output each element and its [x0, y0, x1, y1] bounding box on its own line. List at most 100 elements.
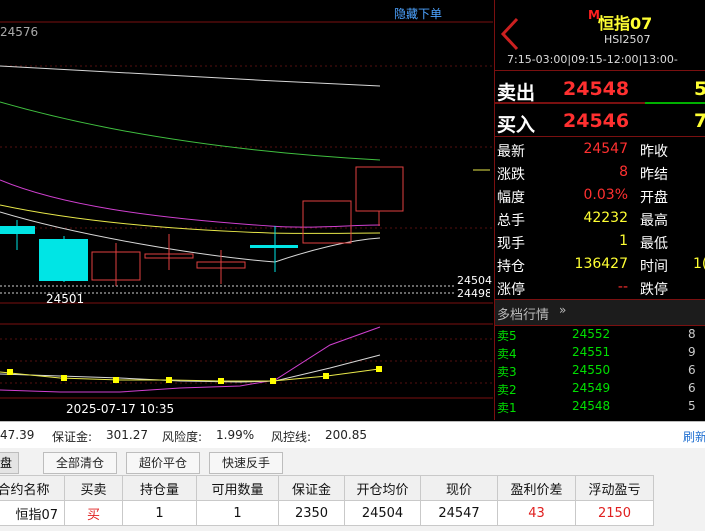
stat-row: 幅度 0.03% 开盘 [495, 186, 705, 209]
back-arrow-icon[interactable] [499, 17, 521, 51]
stat-row: 总手 42232 最高 [495, 209, 705, 232]
indicator-point [218, 378, 224, 384]
col-header[interactable]: 现价 [420, 475, 498, 501]
depth-row: 卖4 24551 9 [495, 344, 705, 362]
ask-price[interactable]: 24548 [563, 78, 629, 100]
risk-value: 1.99% [216, 428, 255, 442]
quote-panel: M 恒指07 HSI2507 7:15-03:00|09:15-12:00|13… [494, 0, 705, 420]
double-chevron-down-icon[interactable]: » [559, 303, 566, 317]
stat-value-2: 1( [693, 256, 705, 272]
depth-price[interactable]: 24552 [572, 327, 610, 341]
stat-label: 现手 [497, 236, 525, 252]
bid-label: 买入 [497, 114, 536, 136]
risk-label: 风险度: [162, 430, 203, 444]
stat-label: 最新 [497, 144, 525, 160]
stat-label-2: 时间 [640, 259, 668, 275]
stat-label-2: 昨结 [640, 167, 668, 183]
col-header[interactable]: 保证金 [278, 475, 345, 501]
stat-value: 8 [619, 164, 628, 180]
depth-price[interactable]: 24549 [572, 381, 610, 395]
stat-row: 涨跌 8 昨结 [495, 163, 705, 186]
depth-volume: 8 [688, 327, 696, 341]
indicator-line-yellow [0, 368, 380, 382]
col-header[interactable]: 开仓均价 [344, 475, 421, 501]
indicator-point [61, 375, 67, 381]
depth-row: 卖5 24552 8 [495, 326, 705, 344]
positions-table: 合约名称 买卖 持仓量 可用数量 保证金 开仓均价 现价 盈利价差 浮动盈亏 恒… [0, 475, 654, 526]
bid-price[interactable]: 24546 [563, 110, 629, 132]
depth-label: 卖4 [497, 347, 517, 361]
positions-panel: 仓盘 全部清仓 超价平仓 快速反手 合约名称 买卖 持仓量 可用数量 保证金 开… [0, 448, 705, 531]
depth-price[interactable]: 24550 [572, 363, 610, 377]
stat-label: 涨停 [497, 282, 525, 298]
account-summary-bar: 47.39 保证金: 301.27 风险度: 1.99% 风控线: 200.85… [0, 421, 705, 449]
margin-value: 301.27 [106, 428, 148, 442]
refresh-link[interactable]: 刷新 [683, 428, 705, 445]
depth-price[interactable]: 24548 [572, 399, 610, 413]
ma-line-magenta [0, 179, 381, 228]
stat-value: 24547 [583, 141, 628, 157]
candle-bull [355, 166, 404, 212]
col-header[interactable]: 买卖 [64, 475, 123, 501]
depth-volume: 6 [688, 381, 696, 395]
stat-label-2: 最低 [640, 236, 668, 252]
depth-label: 卖1 [497, 401, 517, 415]
stat-label-2: 昨收 [640, 144, 668, 160]
bid-volume: 7 [694, 110, 705, 132]
margin-label: 保证金: [52, 430, 93, 444]
depth-row: 卖2 24549 6 [495, 380, 705, 398]
stat-label: 幅度 [497, 190, 525, 206]
indicator-point [270, 378, 276, 384]
tab-positions[interactable]: 仓盘 [0, 452, 19, 474]
cell-price-diff: 43 [497, 500, 576, 526]
candle-bear [39, 239, 88, 281]
candle-bear [0, 226, 35, 234]
indicator-point [7, 369, 13, 375]
depth-header[interactable]: 多档行情 » [495, 299, 705, 326]
stat-label-2: 开盘 [640, 190, 668, 206]
col-header[interactable]: 盈利价差 [497, 475, 576, 501]
col-header[interactable]: 合约名称 [0, 475, 65, 501]
cell-contract[interactable]: 恒指07 [0, 500, 65, 526]
col-header[interactable]: 浮动盈亏 [575, 475, 654, 501]
col-header[interactable]: 可用数量 [196, 475, 279, 501]
stat-row: 最新 24547 昨收 [495, 140, 705, 163]
indicator-point [323, 373, 329, 379]
cell-available: 1 [196, 500, 279, 526]
depth-label: 卖5 [497, 329, 517, 343]
balance-value: 47.39 [0, 428, 35, 442]
cell-open-avg: 24504 [344, 500, 421, 526]
stat-value: 42232 [583, 210, 628, 226]
depth-label: 卖2 [497, 383, 517, 397]
cell-direction: 买 [64, 500, 123, 526]
table-header-row: 合约名称 买卖 持仓量 可用数量 保证金 开仓均价 现价 盈利价差 浮动盈亏 [0, 475, 654, 501]
quick-reverse-button[interactable]: 快速反手 [209, 452, 283, 474]
depth-volume: 9 [688, 345, 696, 359]
kline-svg[interactable] [0, 0, 493, 420]
low-price-label: 24501 [46, 292, 85, 306]
ask-volume: 5 [694, 78, 705, 100]
stat-value: 136427 [574, 256, 628, 272]
col-header[interactable]: 持仓量 [122, 475, 197, 501]
depth-title: 多档行情 [497, 308, 550, 323]
depth-volume: 5 [688, 399, 696, 413]
depth-row: 卖3 24550 6 [495, 362, 705, 380]
price-tag-position: 24504 [457, 274, 492, 287]
risk-line-value: 200.85 [325, 428, 367, 442]
stat-value: 0.03% [583, 187, 628, 203]
table-row[interactable]: 恒指07 买 1 1 2350 24504 24547 43 2150 [0, 500, 654, 526]
cell-quantity: 1 [122, 500, 197, 526]
contract-name: 恒指07 [598, 14, 653, 33]
price-tag-avg: 24498 [457, 287, 490, 300]
indicator-line-magenta [0, 326, 381, 393]
risk-line-label: 风控线: [271, 430, 312, 444]
over-price-close-button[interactable]: 超价平仓 [126, 452, 200, 474]
stat-label: 总手 [497, 213, 525, 229]
stat-value: -- [617, 279, 628, 295]
hide-orders-link[interactable]: 隐藏下单 [394, 5, 442, 22]
kline-chart[interactable]: 隐藏下单 24576 24504 24498 24501 2025-07-17 … [0, 0, 493, 420]
depth-price[interactable]: 24551 [572, 345, 610, 359]
close-all-button[interactable]: 全部清仓 [43, 452, 117, 474]
stat-row: 持仓 136427 时间 1( [495, 255, 705, 278]
depth-label: 卖3 [497, 365, 517, 379]
